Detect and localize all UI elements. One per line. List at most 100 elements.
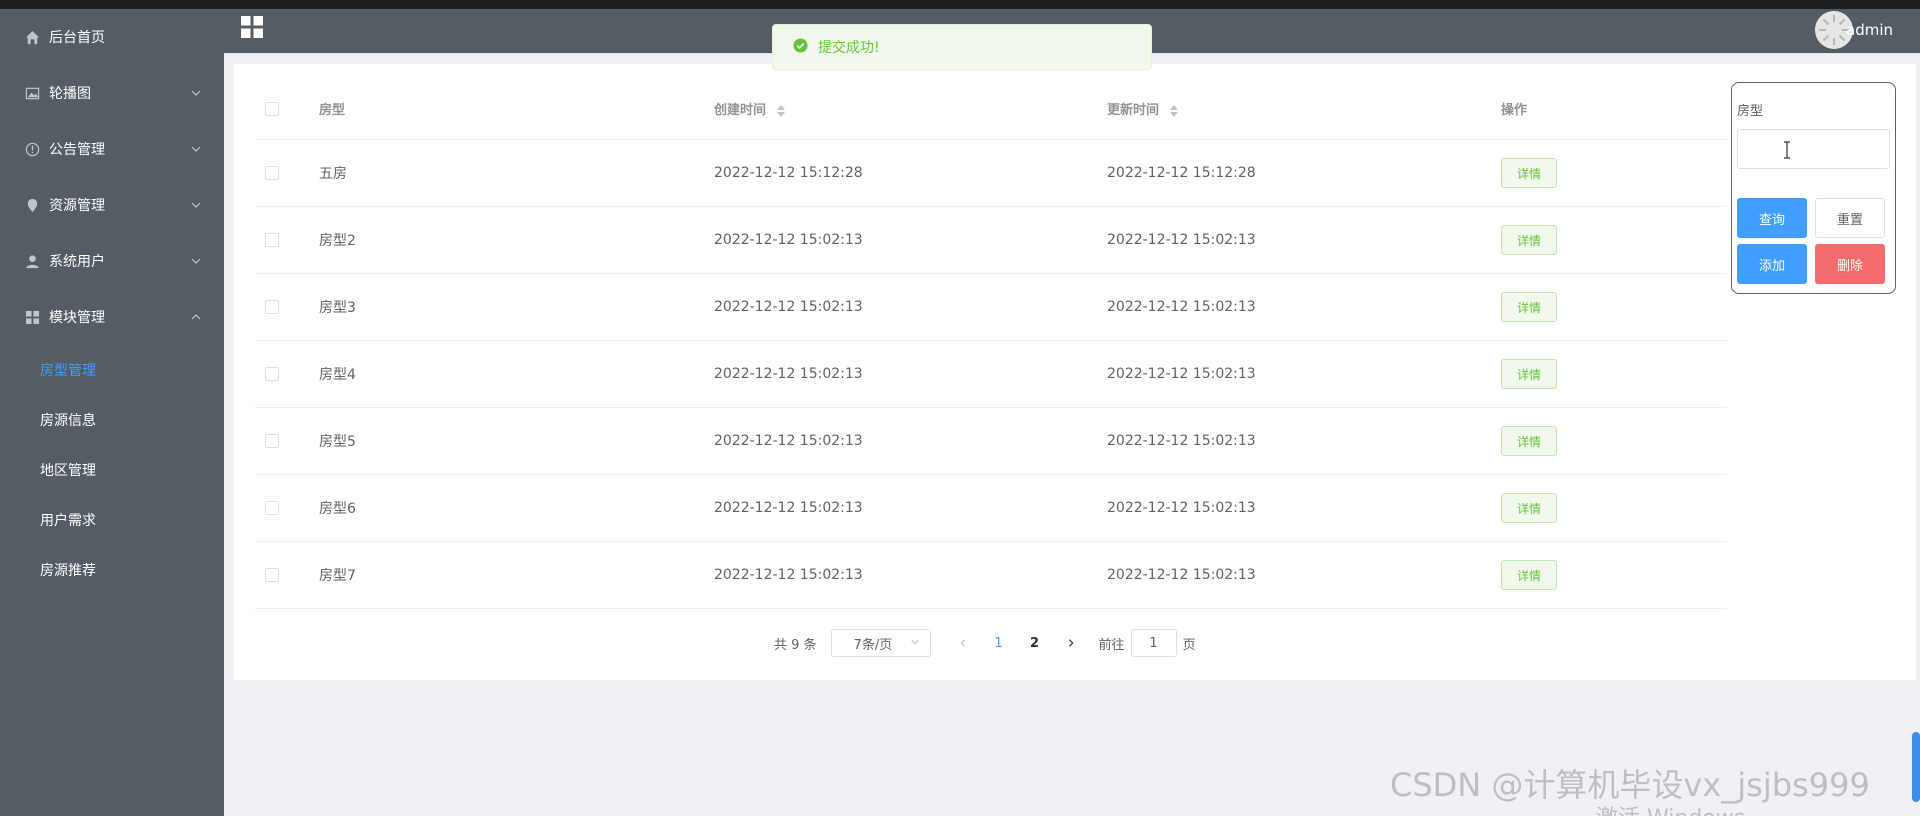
sidebar-subitem-listings[interactable]: 房源信息 [0, 395, 224, 445]
grid-icon [24, 309, 40, 325]
table-row: 房型4 2022-12-12 15:02:13 2022-12-12 15:02… [254, 341, 1727, 408]
table-header: 房型 创建时间 更新时间 操作 [254, 78, 1727, 140]
page-size-select[interactable]: 7条/页 [830, 629, 931, 657]
sidebar: 后台首页 轮播图 公告管理 资源管理 系统用户 模块管理 房型管理 房源信息 地… [0, 9, 224, 816]
info-icon [24, 141, 40, 157]
sidebar-subitem-room-type[interactable]: 房型管理 [0, 345, 224, 395]
detail-button[interactable]: 详情 [1501, 359, 1557, 389]
header-updated[interactable]: 更新时间 [1107, 99, 1501, 118]
row-checkbox[interactable] [265, 568, 279, 582]
main-card: 房型 创建时间 更新时间 操作 五房 2022-12-12 15:12:28 2… [234, 64, 1916, 680]
cell-type: 五房 [319, 166, 347, 182]
chevron-right-icon [1068, 639, 1074, 647]
detail-button[interactable]: 详情 [1501, 225, 1557, 255]
sidebar-subitem-recommend[interactable]: 房源推荐 [0, 545, 224, 595]
sort-icon[interactable] [776, 104, 785, 117]
pagination-total: 共 9 条 [774, 637, 817, 653]
sidebar-item-label: 公告管理 [49, 142, 105, 158]
delete-button[interactable]: 删除 [1815, 244, 1885, 284]
username[interactable]: admin [1846, 21, 1893, 39]
toast-message: 提交成功! [818, 40, 880, 56]
cell-created: 2022-12-12 15:02:13 [714, 500, 863, 516]
cell-created: 2022-12-12 15:12:28 [714, 165, 863, 181]
detail-button[interactable]: 详情 [1501, 292, 1557, 322]
top-strip [0, 0, 1920, 9]
cell-created: 2022-12-12 15:02:13 [714, 232, 863, 248]
chevron-down-icon [190, 255, 202, 267]
header-action: 操作 [1501, 103, 1528, 118]
row-checkbox[interactable] [265, 300, 279, 314]
table-row: 房型6 2022-12-12 15:02:13 2022-12-12 15:02… [254, 475, 1727, 542]
success-check-icon [793, 37, 808, 57]
row-checkbox[interactable] [265, 501, 279, 515]
home-icon [24, 29, 40, 45]
search-label: 房型 [1737, 104, 1764, 119]
sidebar-subitem-regions[interactable]: 地区管理 [0, 445, 224, 495]
table-row: 房型2 2022-12-12 15:02:13 2022-12-12 15:02… [254, 207, 1727, 274]
sort-icon[interactable] [1169, 104, 1178, 117]
row-checkbox[interactable] [265, 233, 279, 247]
image-icon [24, 85, 40, 101]
cell-updated: 2022-12-12 15:02:13 [1107, 567, 1256, 583]
sidebar-item-label: 系统用户 [49, 254, 105, 270]
page-1-button[interactable]: 1 [981, 629, 1017, 657]
success-toast: 提交成功! [772, 24, 1152, 70]
sidebar-item-home[interactable]: 后台首页 [0, 9, 224, 65]
goto-page: 前往 1 页 [1099, 629, 1196, 657]
goto-page-input[interactable]: 1 [1130, 629, 1177, 657]
cell-updated: 2022-12-12 15:02:13 [1107, 366, 1256, 382]
cell-created: 2022-12-12 15:02:13 [714, 299, 863, 315]
cell-updated: 2022-12-12 15:02:13 [1107, 232, 1256, 248]
pagination: 共 9 条 7条/页 1 2 前往 1 页 [774, 628, 1196, 658]
cell-updated: 2022-12-12 15:02:13 [1107, 433, 1256, 449]
sidebar-item-label: 资源管理 [49, 198, 105, 214]
detail-button[interactable]: 详情 [1501, 158, 1557, 188]
select-all-checkbox[interactable] [265, 101, 279, 116]
detail-button[interactable]: 详情 [1501, 426, 1557, 456]
add-button[interactable]: 添加 [1737, 244, 1807, 284]
detail-button[interactable]: 详情 [1501, 493, 1557, 523]
sidebar-item-resource[interactable]: 资源管理 [0, 177, 224, 233]
cell-created: 2022-12-12 15:02:13 [714, 567, 863, 583]
sidebar-subitem-user-needs[interactable]: 用户需求 [0, 495, 224, 545]
sidebar-item-notice[interactable]: 公告管理 [0, 121, 224, 177]
prev-page-button[interactable] [945, 629, 981, 657]
sidebar-item-carousel[interactable]: 轮播图 [0, 65, 224, 121]
room-type-table: 房型 创建时间 更新时间 操作 五房 2022-12-12 15:12:28 2… [254, 78, 1727, 609]
detail-button[interactable]: 详情 [1501, 560, 1557, 590]
query-button[interactable]: 查询 [1737, 198, 1807, 238]
cell-type: 房型5 [319, 434, 356, 450]
page-2-button[interactable]: 2 [1017, 629, 1053, 657]
row-checkbox[interactable] [265, 367, 279, 381]
next-page-button[interactable] [1053, 629, 1089, 657]
reset-button[interactable]: 重置 [1815, 198, 1885, 238]
sidebar-item-users[interactable]: 系统用户 [0, 233, 224, 289]
sidebar-item-modules[interactable]: 模块管理 [0, 289, 224, 345]
header-created[interactable]: 创建时间 [714, 99, 1107, 118]
scrollbar-thumb[interactable] [1912, 732, 1920, 802]
cell-type: 房型3 [319, 300, 356, 316]
cell-updated: 2022-12-12 15:02:13 [1107, 299, 1256, 315]
room-type-search-input[interactable] [1737, 129, 1890, 169]
user-icon [24, 253, 40, 269]
sidebar-item-label: 后台首页 [49, 30, 105, 46]
table-row: 五房 2022-12-12 15:12:28 2022-12-12 15:12:… [254, 140, 1727, 207]
page-size-value: 7条/页 [853, 637, 893, 653]
location-icon [24, 197, 40, 213]
header-created-label: 创建时间 [714, 103, 767, 118]
windows-activation-watermark: 激活 Windows [1596, 800, 1745, 816]
chevron-down-icon [910, 636, 920, 651]
cell-updated: 2022-12-12 15:12:28 [1107, 165, 1256, 181]
chevron-up-icon [190, 311, 202, 323]
row-checkbox[interactable] [265, 434, 279, 448]
goto-prefix: 前往 [1098, 637, 1125, 653]
header-updated-label: 更新时间 [1107, 103, 1160, 118]
cell-type: 房型2 [319, 233, 356, 249]
chevron-down-icon [190, 143, 202, 155]
table-row: 房型5 2022-12-12 15:02:13 2022-12-12 15:02… [254, 408, 1727, 475]
sidebar-item-label: 模块管理 [49, 310, 105, 326]
chevron-left-icon [960, 639, 965, 647]
header-type: 房型 [319, 103, 346, 118]
row-checkbox[interactable] [265, 166, 279, 180]
cell-created: 2022-12-12 15:02:13 [714, 433, 863, 449]
